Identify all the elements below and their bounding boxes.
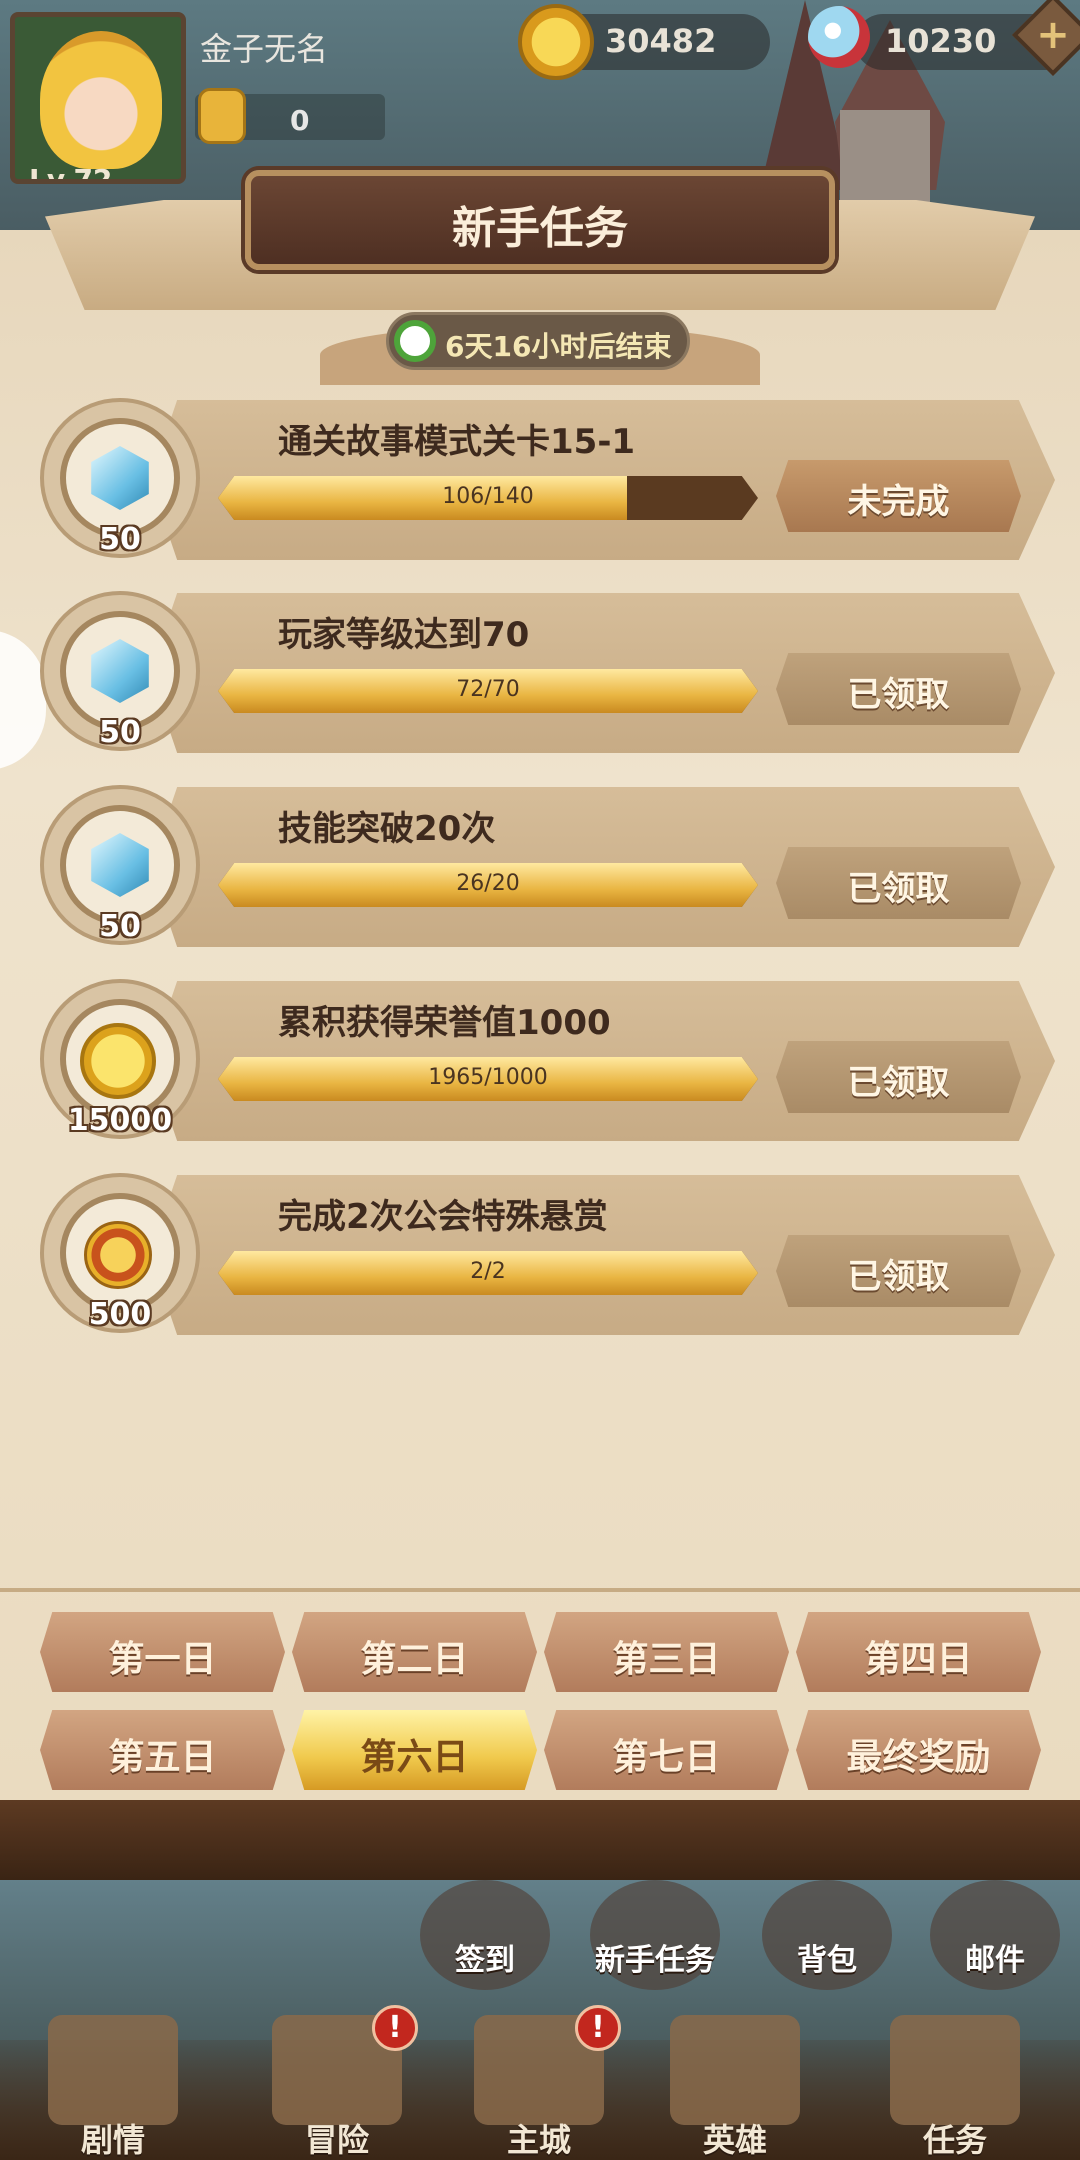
divider [0, 1588, 1080, 1592]
day-label: 最终奖励 [846, 1737, 991, 1778]
task-title: 完成2次公会特殊悬赏 [278, 1197, 608, 1237]
reward-amount: 50 [99, 715, 141, 750]
task-status-label: 已领取 [847, 1257, 950, 1297]
wood-shelf [0, 1800, 1080, 1880]
submenu-label[interactable]: 邮件 [905, 1935, 1080, 1979]
page-title: 新手任务 [452, 203, 628, 254]
nav-tab-label[interactable]: 英雄 [655, 2115, 815, 2160]
gold-value: 30482 [605, 22, 717, 60]
player-avatar[interactable]: Lv.72 [10, 12, 186, 184]
task-row: 50 技能突破20次 26/20 已领取 [0, 777, 1080, 947]
task-row: 500 完成2次公会特殊悬赏 2/2 已领取 [0, 1165, 1080, 1335]
avatar-portrait [40, 31, 162, 169]
task-row: 50 通关故事模式关卡15-1 106/140 未完成 [0, 390, 1080, 560]
task-title: 玩家等级达到70 [278, 615, 530, 655]
power-value: 0 [290, 104, 310, 137]
reward-amount: 50 [99, 522, 141, 557]
day-label: 第三日 [612, 1639, 721, 1680]
submenu-label[interactable]: 背包 [737, 1935, 917, 1979]
day-label: 第七日 [612, 1737, 721, 1778]
progress-text: 1965/1000 [428, 1065, 548, 1090]
task-status-label: 已领取 [847, 675, 950, 715]
nav-icon[interactable] [670, 2015, 800, 2125]
guild-badge-icon [84, 1221, 152, 1289]
player-name: 金子无名 [200, 30, 329, 68]
clock-icon [394, 320, 436, 362]
alert-badge-icon: ! [575, 2005, 621, 2051]
timer-text: 6天16小时后结束 [445, 330, 672, 363]
progress-text: 72/70 [456, 677, 520, 702]
gold-coin-icon [518, 4, 594, 80]
task-row: 50 玩家等级达到70 72/70 已领取 [0, 583, 1080, 753]
alert-badge-icon: ! [372, 2005, 418, 2051]
nav-icon[interactable] [48, 2015, 178, 2125]
nav-tab-label[interactable]: 任务 [875, 2115, 1035, 2160]
day-label: 第一日 [108, 1639, 217, 1680]
fist-icon [198, 88, 246, 144]
submenu-label[interactable]: 新手任务 [565, 1935, 745, 1979]
gem-icon [808, 6, 870, 68]
nav-icon[interactable] [890, 2015, 1020, 2125]
nav-tab-label[interactable]: 主城 [459, 2115, 619, 2160]
reward-amount: 500 [88, 1297, 152, 1332]
task-title: 通关故事模式关卡15-1 [278, 422, 636, 462]
day-label: 第五日 [108, 1737, 217, 1778]
task-status-label: 已领取 [847, 869, 950, 909]
task-status-label: 已领取 [847, 1063, 950, 1103]
nav-tab-label[interactable]: 冒险 [257, 2115, 417, 2160]
nav-tab-label[interactable]: 剧情 [33, 2115, 193, 2160]
progress-text: 106/140 [442, 484, 534, 509]
task-title: 累积获得荣誉值1000 [278, 1003, 611, 1043]
task-row: 15000 累积获得荣誉值1000 1965/1000 已领取 [0, 971, 1080, 1141]
submenu-label[interactable]: 签到 [395, 1935, 575, 1979]
gold-coin-icon [80, 1023, 156, 1099]
task-status-label: 未完成 [847, 482, 950, 522]
day-label: 第六日 [360, 1737, 469, 1778]
gem-value: 10230 [885, 22, 997, 60]
day-label: 第二日 [360, 1639, 469, 1680]
day-label: 第四日 [864, 1639, 973, 1680]
task-title: 技能突破20次 [278, 809, 496, 849]
progress-text: 2/2 [470, 1259, 506, 1284]
reward-amount: 50 [99, 909, 141, 944]
plus-icon: + [1036, 11, 1070, 58]
reward-amount: 15000 [67, 1103, 173, 1138]
progress-text: 26/20 [456, 871, 520, 896]
player-level: Lv.72 [29, 163, 113, 184]
